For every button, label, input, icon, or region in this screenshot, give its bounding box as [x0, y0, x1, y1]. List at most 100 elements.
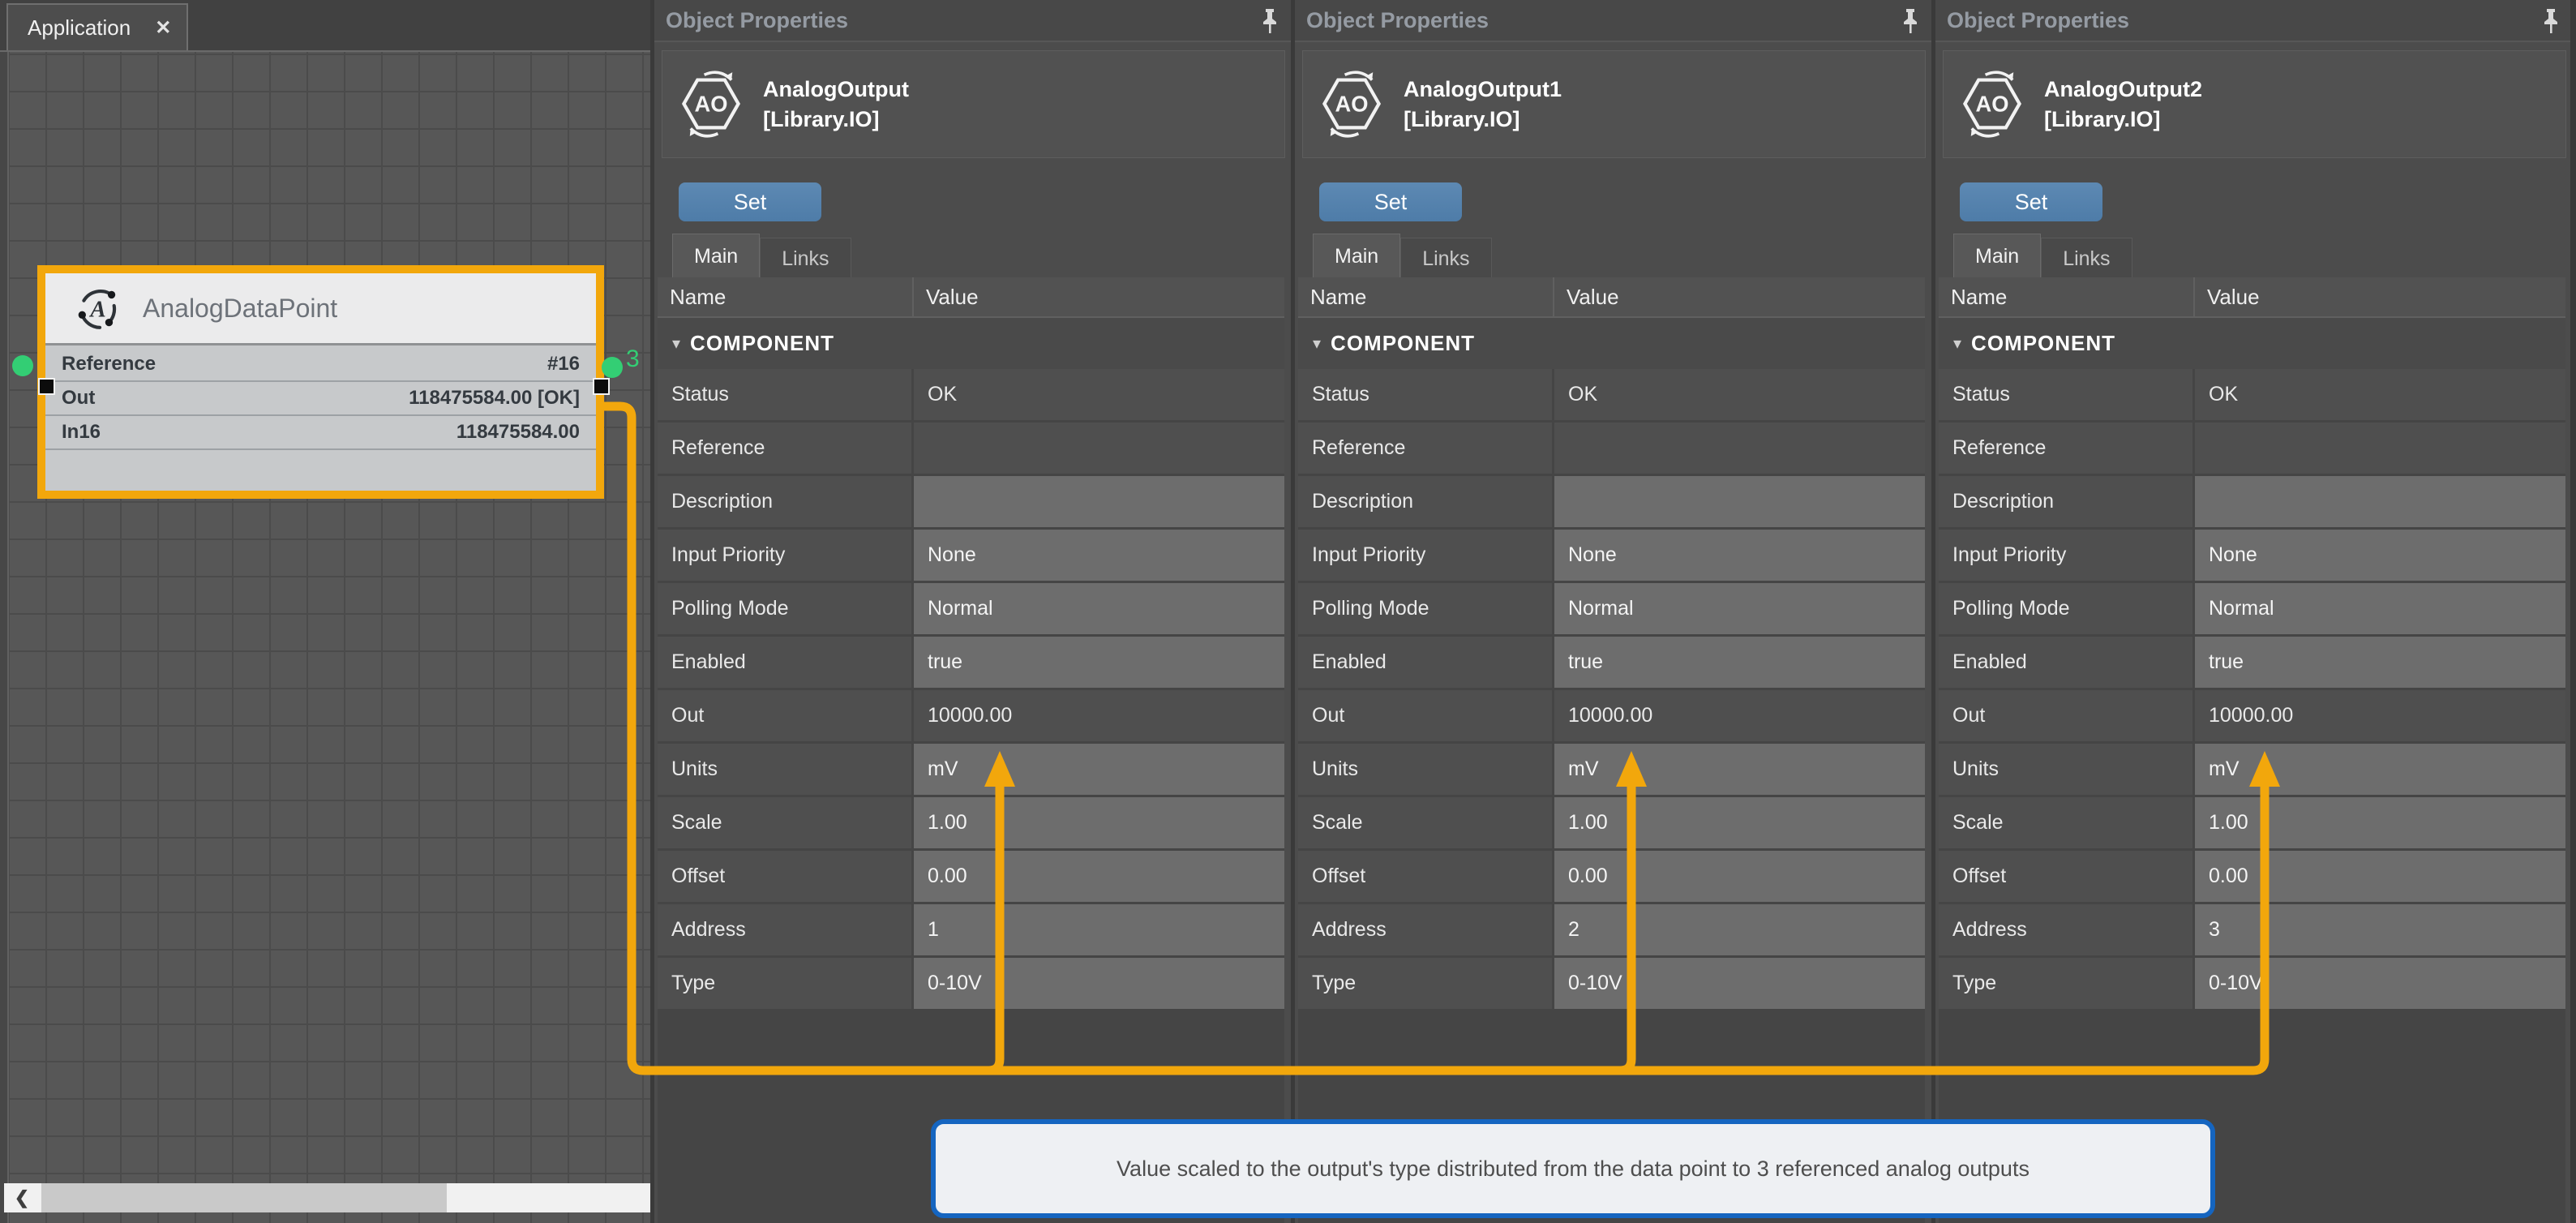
property-value[interactable]: 10000.00	[1554, 690, 1925, 741]
block-row-reference[interactable]: Reference #16	[45, 348, 596, 382]
analog-datapoint-block[interactable]: A AnalogDataPoint Reference #16 Out 1184…	[37, 265, 604, 499]
pin-icon[interactable]	[1260, 8, 1279, 34]
property-value[interactable]: 10000.00	[914, 690, 1284, 741]
panel-title: Object Properties	[666, 8, 848, 33]
tab-links[interactable]: Links	[760, 238, 851, 278]
analog-output-icon: AO	[680, 71, 742, 139]
property-value[interactable]: mV	[2195, 744, 2565, 795]
property-value[interactable]: mV	[1554, 744, 1925, 795]
property-name: Address	[1939, 904, 2192, 955]
property-row: Enabled true	[1298, 637, 1925, 688]
property-value[interactable]: 0-10V	[914, 958, 1284, 1009]
property-value[interactable]: true	[1554, 637, 1925, 688]
table-header: Name Value	[1298, 277, 1925, 318]
property-value[interactable]: 0.00	[914, 851, 1284, 902]
tab-application[interactable]: Application ✕	[6, 3, 188, 50]
property-row: Enabled true	[1939, 637, 2565, 688]
tab-main[interactable]: Main	[672, 234, 760, 278]
block-row-in16[interactable]: In16 118475584.00	[45, 416, 596, 450]
property-name: Units	[1298, 744, 1552, 795]
property-value[interactable]: None	[1554, 530, 1925, 581]
property-row: Status OK	[1939, 369, 2565, 420]
property-value[interactable]: 1.00	[914, 797, 1284, 848]
property-row: Description	[658, 476, 1284, 527]
block-row-out[interactable]: Out 118475584.00 [OK]	[45, 382, 596, 416]
output-port-dot[interactable]	[602, 357, 623, 378]
collapse-icon[interactable]: ▾	[1313, 333, 1321, 354]
property-value[interactable]: 0.00	[1554, 851, 1925, 902]
property-row: Scale 1.00	[1939, 797, 2565, 848]
tab-links[interactable]: Links	[1400, 238, 1491, 278]
property-value[interactable]	[1554, 476, 1925, 527]
property-value[interactable]: Normal	[1554, 583, 1925, 634]
property-row: Scale 1.00	[658, 797, 1284, 848]
set-button[interactable]: Set	[1960, 182, 2102, 221]
property-value[interactable]	[914, 476, 1284, 527]
tab-main[interactable]: Main	[1313, 234, 1400, 278]
output-link-count: 3	[626, 345, 640, 373]
analog-output-icon: AO	[1321, 71, 1382, 139]
property-name: Polling Mode	[1939, 583, 2192, 634]
property-value[interactable]	[2195, 476, 2565, 527]
property-value[interactable]: OK	[2195, 369, 2565, 420]
property-name: Offset	[1298, 851, 1552, 902]
column-header-value: Value	[914, 277, 1284, 316]
pin-icon[interactable]	[1901, 8, 1920, 34]
scroll-left-button[interactable]: ❮	[4, 1183, 40, 1212]
collapse-icon[interactable]: ▾	[672, 333, 680, 354]
property-value[interactable]	[2195, 423, 2565, 474]
set-button[interactable]: Set	[679, 182, 821, 221]
property-value[interactable]: 0-10V	[1554, 958, 1925, 1009]
wiresheet-canvas[interactable]: A AnalogDataPoint Reference #16 Out 1184…	[0, 50, 650, 1223]
column-header-name: Name	[658, 277, 914, 316]
selection-handle-right[interactable]	[593, 378, 610, 395]
property-value[interactable]: 1.00	[1554, 797, 1925, 848]
tab-main[interactable]: Main	[1953, 234, 2041, 278]
selection-handle-left[interactable]	[38, 378, 55, 395]
scrollbar-thumb[interactable]	[41, 1183, 447, 1212]
property-name: Reference	[658, 423, 911, 474]
property-row: Status OK	[1298, 369, 1925, 420]
property-value[interactable]: OK	[914, 369, 1284, 420]
pin-icon[interactable]	[2541, 8, 2561, 34]
property-value[interactable]: 3	[2195, 904, 2565, 955]
property-name: Units	[658, 744, 911, 795]
property-value[interactable]: None	[2195, 530, 2565, 581]
panel-tabs: Main Links	[1953, 234, 2132, 278]
horizontal-scrollbar[interactable]: ❮	[4, 1183, 660, 1212]
property-name: Out	[1298, 690, 1552, 741]
section-component[interactable]: ▾ COMPONENT	[1939, 318, 2565, 369]
property-value[interactable]: 0-10V	[2195, 958, 2565, 1009]
property-name: Out	[1939, 690, 2192, 741]
set-button[interactable]: Set	[1319, 182, 1462, 221]
property-value[interactable]: None	[914, 530, 1284, 581]
property-row: Scale 1.00	[1298, 797, 1925, 848]
property-value[interactable]: 2	[1554, 904, 1925, 955]
section-component[interactable]: ▾ COMPONENT	[1298, 318, 1925, 369]
input-port-dot[interactable]	[12, 355, 33, 376]
property-value[interactable]: 10000.00	[2195, 690, 2565, 741]
block-row-value: 118475584.00	[456, 421, 580, 444]
block-row-label: Out	[62, 387, 95, 410]
callout-text: Value scaled to the output's type distri…	[1117, 1156, 2030, 1182]
column-header-name: Name	[1939, 277, 2195, 316]
block-rows: Reference #16 Out 118475584.00 [OK] In16…	[45, 348, 596, 491]
property-value[interactable]: true	[2195, 637, 2565, 688]
property-value[interactable]	[1554, 423, 1925, 474]
tab-links[interactable]: Links	[2041, 238, 2132, 278]
collapse-icon[interactable]: ▾	[1953, 333, 1961, 354]
property-name: Description	[1939, 476, 2192, 527]
property-value[interactable]: OK	[1554, 369, 1925, 420]
property-value[interactable]: mV	[914, 744, 1284, 795]
property-value[interactable]: 1	[914, 904, 1284, 955]
property-value[interactable]: 0.00	[2195, 851, 2565, 902]
property-value[interactable]: Normal	[914, 583, 1284, 634]
property-value[interactable]	[914, 423, 1284, 474]
property-value[interactable]: Normal	[2195, 583, 2565, 634]
close-icon[interactable]: ✕	[155, 16, 171, 40]
section-component[interactable]: ▾ COMPONENT	[658, 318, 1284, 369]
property-name: Out	[658, 690, 911, 741]
property-row: Reference	[658, 423, 1284, 474]
property-value[interactable]: true	[914, 637, 1284, 688]
property-value[interactable]: 1.00	[2195, 797, 2565, 848]
